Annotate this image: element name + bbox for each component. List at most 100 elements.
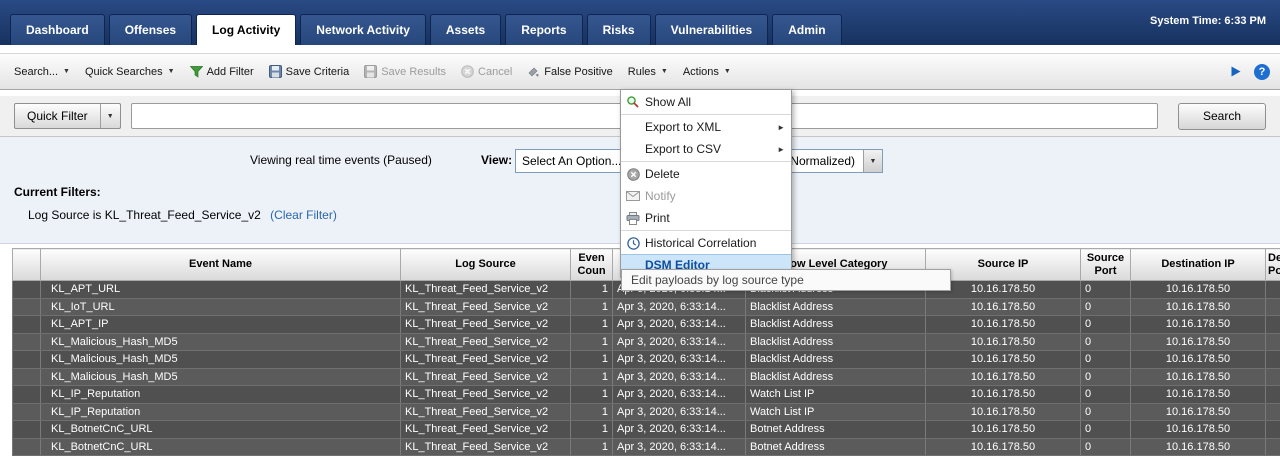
- cell-icon: [13, 368, 41, 386]
- tab-offenses[interactable]: Offenses: [109, 14, 192, 45]
- cell-source-port: 0: [1081, 281, 1131, 299]
- table-row[interactable]: KL_IP_ReputationKL_Threat_Feed_Service_v…: [13, 386, 1280, 404]
- column-header-log-source[interactable]: Log Source: [401, 249, 571, 281]
- cell-log-source: KL_Threat_Feed_Service_v2: [401, 421, 571, 439]
- menu-item-export-to-csv[interactable]: Export to CSV►: [621, 138, 791, 160]
- cell-icon: [13, 421, 41, 439]
- chevron-down-icon: ▼: [724, 68, 731, 75]
- cell-log-source: KL_Threat_Feed_Service_v2: [401, 438, 571, 456]
- toolbar-item-save-criteria[interactable]: Save Criteria: [265, 65, 354, 78]
- toolbar-item-add-filter[interactable]: Add Filter: [186, 66, 258, 78]
- menu-separator: [621, 161, 791, 162]
- view-select-value: Select An Option...: [516, 154, 621, 168]
- cell-log-source: KL_Threat_Feed_Service_v2: [401, 351, 571, 369]
- filter-text: Log Source is KL_Threat_Feed_Service_v2: [28, 208, 261, 222]
- menu-item-show-all[interactable]: Show All: [621, 91, 791, 113]
- cell-event-name: KL_Malicious_Hash_MD5: [41, 351, 401, 369]
- tab-reports[interactable]: Reports: [505, 14, 582, 45]
- toolbar-item-quick-searches[interactable]: Quick Searches▼: [81, 66, 179, 78]
- menu-item-export-to-xml[interactable]: Export to XML►: [621, 116, 791, 138]
- toolbar-item-label: Rules: [628, 66, 656, 78]
- menu-item-label: Print: [645, 211, 791, 225]
- toolbar-item-label: Add Filter: [207, 66, 254, 78]
- cell-icon: [13, 438, 41, 456]
- save-icon: [269, 65, 282, 78]
- menu-item-label: Delete: [645, 167, 791, 181]
- search-button[interactable]: Search: [1178, 103, 1266, 130]
- toolbar-item-label: Cancel: [478, 66, 512, 78]
- table-row[interactable]: KL_APT_IPKL_Threat_Feed_Service_v21Apr 3…: [13, 316, 1280, 334]
- toolbar-item-false-positive[interactable]: False Positive: [523, 65, 616, 78]
- menu-item-historical-correlation[interactable]: Historical Correlation: [621, 232, 791, 254]
- cancel-icon: [461, 65, 474, 78]
- system-time: System Time: 6:33 PM: [1150, 15, 1266, 27]
- tab-risks[interactable]: Risks: [587, 14, 651, 45]
- notify-icon: [621, 191, 645, 201]
- menu-item-delete[interactable]: Delete: [621, 163, 791, 185]
- toolbar-item-actions[interactable]: Actions▼: [679, 66, 735, 78]
- cell-destination-port: [1266, 386, 1280, 404]
- table-row[interactable]: KL_IoT_URLKL_Threat_Feed_Service_v21Apr …: [13, 298, 1280, 316]
- toolbar-item-search[interactable]: Search...▼: [10, 66, 74, 78]
- cell-destination-port: [1266, 333, 1280, 351]
- cell-destination-ip: 10.16.178.50: [1131, 351, 1266, 369]
- tab-admin[interactable]: Admin: [772, 14, 841, 45]
- cell-icon: [13, 403, 41, 421]
- save-icon: [364, 65, 377, 78]
- column-header-destination-port[interactable]: Destination Port: [1266, 249, 1280, 281]
- table-row[interactable]: KL_Malicious_Hash_MD5KL_Threat_Feed_Serv…: [13, 351, 1280, 369]
- cell-source-port: 0: [1081, 403, 1131, 421]
- chevron-down-icon: ▼: [661, 68, 668, 75]
- cell-source-ip: 10.16.178.50: [926, 368, 1081, 386]
- quick-filter-label: Quick Filter: [15, 104, 100, 128]
- cell-destination-port: [1266, 298, 1280, 316]
- chevron-down-icon[interactable]: ▼: [863, 150, 882, 172]
- table-row[interactable]: KL_Malicious_Hash_MD5KL_Threat_Feed_Serv…: [13, 333, 1280, 351]
- cell-source-port: 0: [1081, 316, 1131, 334]
- cell-low-level-category: Watch List IP: [746, 403, 926, 421]
- cell-time: Apr 3, 2020, 6:33:14...: [613, 421, 746, 439]
- help-icon[interactable]: ?: [1254, 64, 1270, 80]
- tab-log-activity[interactable]: Log Activity: [196, 14, 296, 45]
- menu-separator: [621, 230, 791, 231]
- tab-vulnerabilities[interactable]: Vulnerabilities: [655, 14, 769, 45]
- cell-icon: [13, 386, 41, 404]
- column-header-destination-ip[interactable]: Destination IP: [1131, 249, 1266, 281]
- cell-destination-ip: 10.16.178.50: [1131, 403, 1266, 421]
- cell-event-name: KL_APT_URL: [41, 281, 401, 299]
- delete-icon: [621, 168, 645, 181]
- cell-destination-port: [1266, 351, 1280, 369]
- table-row[interactable]: KL_BotnetCnC_URLKL_Threat_Feed_Service_v…: [13, 421, 1280, 439]
- cell-destination-ip: 10.16.178.50: [1131, 438, 1266, 456]
- tab-dashboard[interactable]: Dashboard: [10, 14, 105, 45]
- column-header-even-coun[interactable]: Even Coun: [571, 249, 613, 281]
- tab-assets[interactable]: Assets: [430, 14, 501, 45]
- cell-event-count: 1: [571, 333, 613, 351]
- clear-filter-link[interactable]: (Clear Filter): [270, 208, 337, 222]
- table-row[interactable]: KL_IP_ReputationKL_Threat_Feed_Service_v…: [13, 403, 1280, 421]
- menu-item-label: Notify: [645, 189, 791, 203]
- column-header-blank[interactable]: [13, 249, 41, 281]
- table-row[interactable]: KL_BotnetCnC_URLKL_Threat_Feed_Service_v…: [13, 438, 1280, 456]
- cell-event-count: 1: [571, 351, 613, 369]
- column-header-event-name[interactable]: Event Name: [41, 249, 401, 281]
- play-icon[interactable]: [1229, 65, 1242, 78]
- table-row[interactable]: KL_Malicious_Hash_MD5KL_Threat_Feed_Serv…: [13, 368, 1280, 386]
- cell-source-ip: 10.16.178.50: [926, 438, 1081, 456]
- cell-destination-port: [1266, 438, 1280, 456]
- submenu-arrow-icon: ►: [777, 145, 791, 154]
- cell-icon: [13, 316, 41, 334]
- toolbar-item-rules[interactable]: Rules ▼: [624, 66, 672, 78]
- cell-low-level-category: Blacklist Address: [746, 351, 926, 369]
- menu-item-print[interactable]: Print: [621, 207, 791, 229]
- cell-low-level-category: Botnet Address: [746, 438, 926, 456]
- cell-source-ip: 10.16.178.50: [926, 316, 1081, 334]
- tab-network-activity[interactable]: Network Activity: [300, 14, 426, 45]
- current-filters-title: Current Filters:: [14, 185, 337, 199]
- column-header-source-port[interactable]: Source Port: [1081, 249, 1131, 281]
- quick-filter-dropdown[interactable]: Quick Filter ▼: [14, 103, 121, 129]
- show-all-icon: [621, 95, 645, 109]
- menu-item-notify[interactable]: Notify: [621, 185, 791, 207]
- cell-event-name: KL_IP_Reputation: [41, 403, 401, 421]
- cell-event-name: KL_BotnetCnC_URL: [41, 438, 401, 456]
